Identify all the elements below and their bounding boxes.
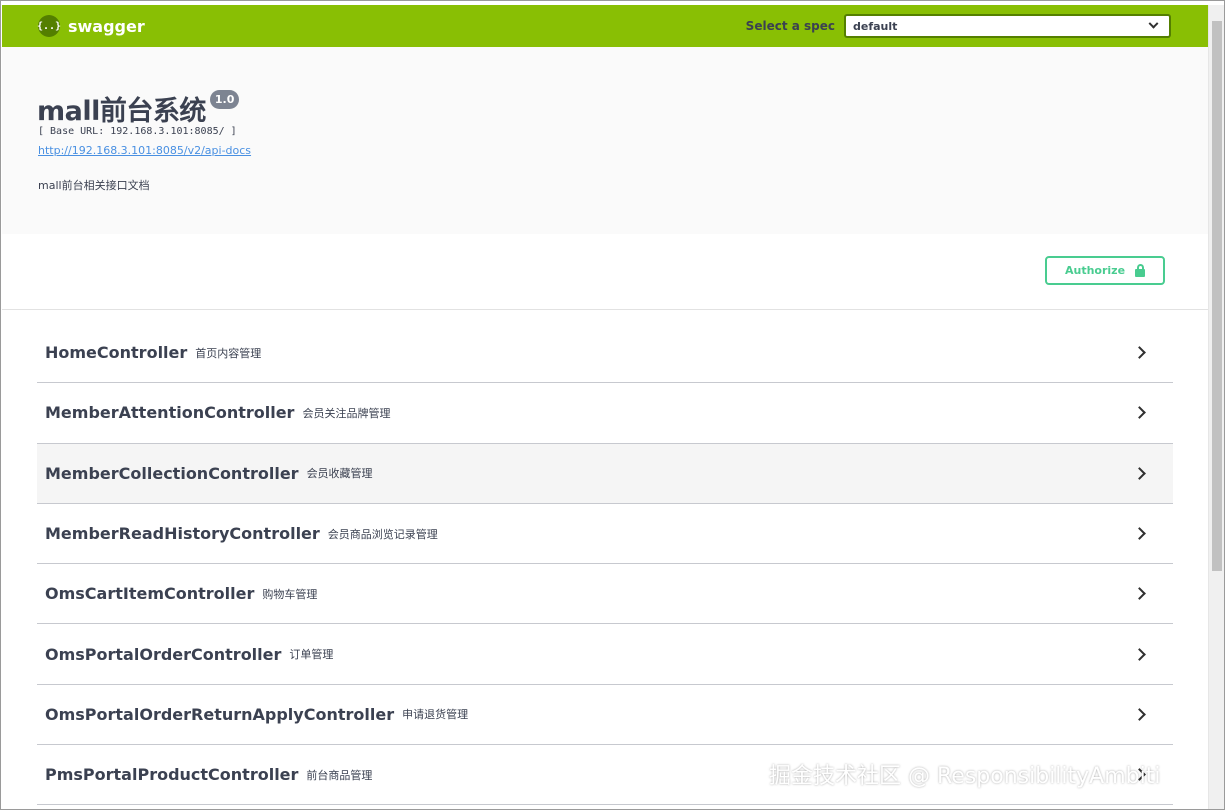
- controller-name: OmsCartItemController: [45, 584, 255, 604]
- controller-name: PmsPortalProductController: [45, 765, 299, 785]
- spec-selector: Select a spec default: [746, 14, 1171, 38]
- controller-name: MemberReadHistoryController: [45, 524, 320, 544]
- controller-name: OmsPortalOrderController: [45, 644, 282, 664]
- scrollbar-thumb[interactable]: [1212, 21, 1222, 571]
- watermark: 掘金技术社区 @ ResponsibilityAmbiti: [769, 764, 1161, 789]
- controller-name: HomeController: [45, 343, 188, 363]
- chevron-right-icon: [1133, 466, 1146, 480]
- controller-row[interactable]: OmsCartItemController 购物车管理: [37, 564, 1173, 625]
- controller-desc: 申请退货管理: [402, 708, 469, 722]
- vertical-scrollbar[interactable]: [1208, 5, 1224, 809]
- controller-desc: 会员收藏管理: [306, 467, 373, 481]
- api-description: mall前台相关接口文档: [38, 179, 150, 192]
- controller-desc: 会员商品浏览记录管理: [327, 527, 438, 541]
- chevron-right-icon: [1133, 527, 1146, 540]
- controller-name: MemberCollectionController: [45, 463, 299, 483]
- swagger-logo-icon: {..}: [37, 15, 61, 37]
- top-bar: {..} swagger Select a spec default: [2, 5, 1209, 47]
- api-title: mall前台系统 1.0: [37, 89, 240, 128]
- controller-desc: 订单管理: [289, 648, 334, 662]
- spec-select[interactable]: default: [844, 14, 1171, 38]
- authorize-label: Authorize: [1065, 264, 1126, 277]
- chevron-right-icon: [1133, 406, 1146, 420]
- controller-row[interactable]: OmsPortalOrderController 订单管理: [37, 624, 1173, 685]
- controller-desc: 前台商品管理: [306, 768, 373, 782]
- controller-desc: 首页内容管理: [195, 346, 262, 360]
- controller-list: HomeController 首页内容管理 MemberAttentionCon…: [37, 323, 1173, 806]
- controller-name: OmsPortalOrderReturnApplyController: [45, 704, 395, 724]
- spec-label: Select a spec: [745, 19, 835, 33]
- controller-row[interactable]: OmsPortalOrderReturnApplyController 申请退货…: [37, 685, 1173, 746]
- chevron-right-icon: [1133, 708, 1146, 721]
- browser-viewport: {..} swagger Select a spec default mall前…: [0, 0, 1225, 810]
- controller-row[interactable]: MemberAttentionController 会员关注品牌管理: [37, 383, 1173, 444]
- controller-row[interactable]: MemberReadHistoryController 会员商品浏览记录管理: [37, 504, 1173, 565]
- controller-row[interactable]: MemberCollectionController 会员收藏管理: [37, 443, 1173, 504]
- api-info: mall前台系统 1.0 [ Base URL: 192.168.3.101:8…: [2, 47, 1209, 234]
- chevron-down-icon: [1148, 18, 1159, 29]
- api-title-text: mall前台系统: [37, 96, 206, 127]
- chevron-right-icon: [1133, 587, 1146, 601]
- scheme-container: Authorize: [2, 234, 1209, 310]
- unlock-icon: [1135, 264, 1145, 277]
- controller-row[interactable]: HomeController 首页内容管理: [37, 323, 1173, 384]
- spec-select-value: default: [853, 19, 898, 33]
- controller-name: MemberAttentionController: [45, 403, 295, 423]
- api-docs-link[interactable]: http://192.168.3.101:8085/v2/api-docs: [38, 144, 251, 157]
- base-url: [ Base URL: 192.168.3.101:8085/ ]: [38, 126, 237, 137]
- controller-desc: 购物车管理: [262, 587, 318, 601]
- chevron-right-icon: [1133, 346, 1146, 360]
- authorize-button[interactable]: Authorize: [1045, 256, 1165, 285]
- chevron-right-icon: [1133, 647, 1146, 661]
- version-badge: 1.0: [209, 90, 240, 109]
- controller-desc: 会员关注品牌管理: [302, 406, 391, 420]
- swagger-logo[interactable]: {..} swagger: [37, 15, 145, 37]
- swagger-logo-text: swagger: [68, 16, 145, 36]
